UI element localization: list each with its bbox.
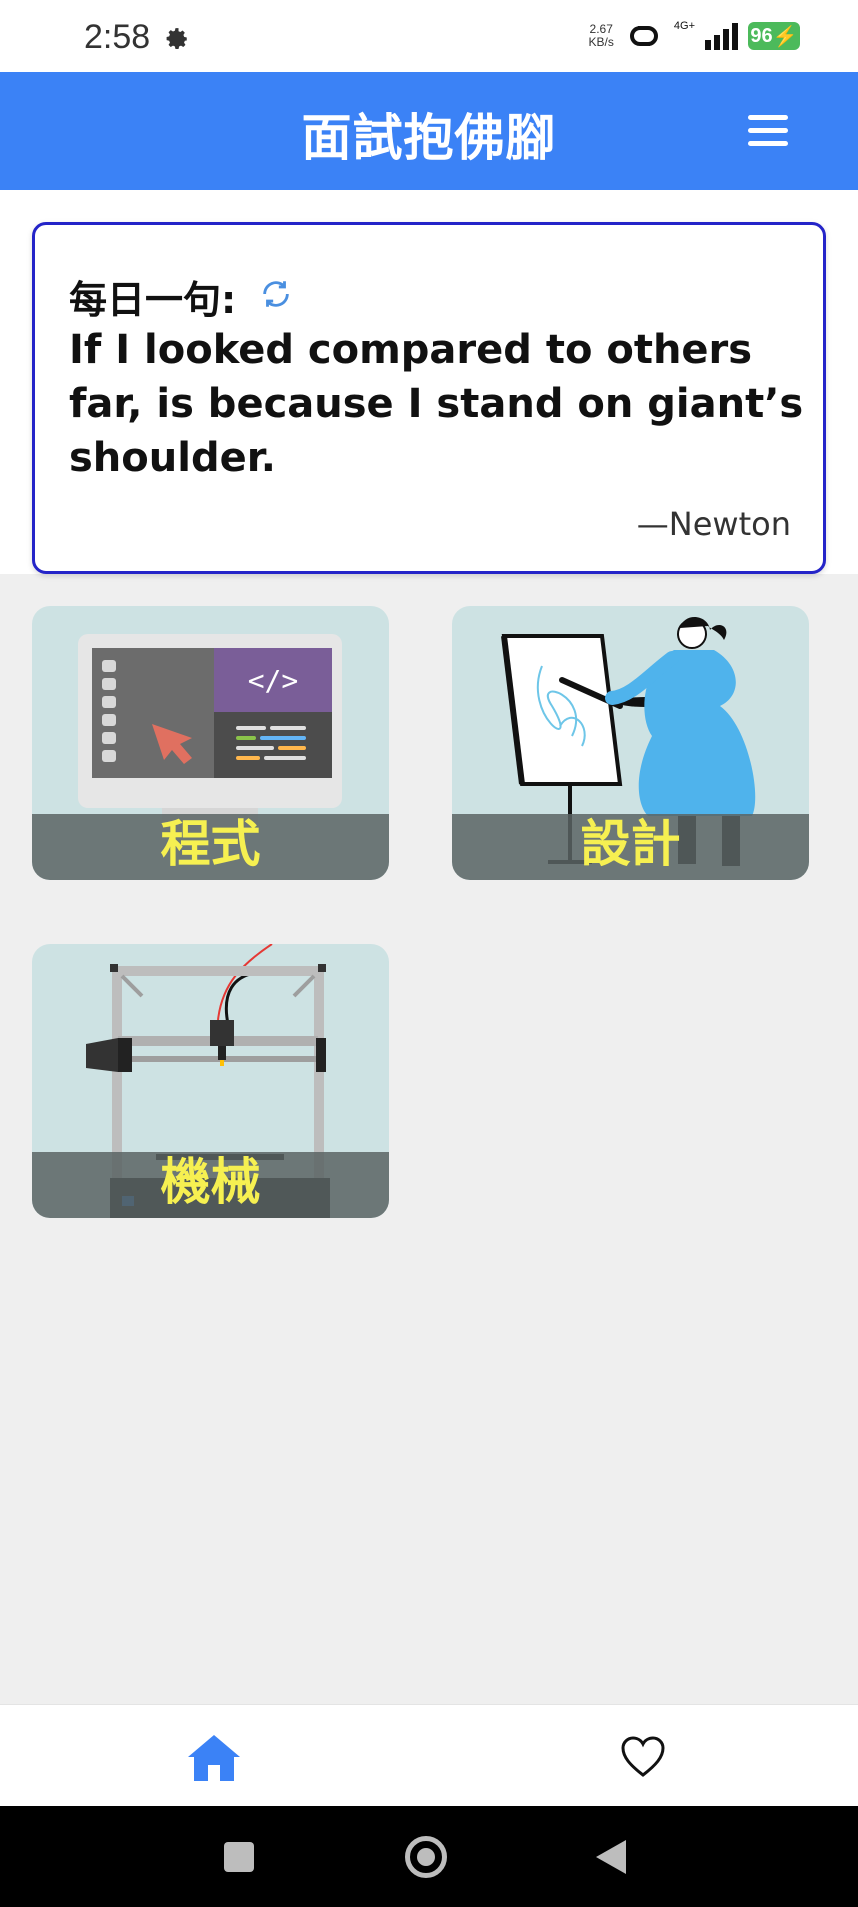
tile-label: 程式 bbox=[160, 815, 261, 873]
quote-text: If I looked compared to others far, is b… bbox=[69, 327, 804, 481]
back-icon[interactable] bbox=[596, 1840, 626, 1874]
recent-apps-icon[interactable] bbox=[224, 1842, 254, 1872]
network-type: 4G+ bbox=[673, 20, 695, 32]
daily-quote-section: 每日一句: If I looked compared to others far… bbox=[0, 190, 858, 574]
heart-icon[interactable] bbox=[620, 1735, 666, 1779]
status-time: 2:58 bbox=[84, 18, 151, 56]
battery-icon: 96 ⚡ bbox=[748, 22, 800, 50]
tile-label: 機械 bbox=[160, 1153, 261, 1211]
home-button-icon[interactable] bbox=[405, 1836, 447, 1878]
app-bar: 面試抱佛腳 bbox=[0, 72, 858, 190]
app-title: 面試抱佛腳 bbox=[301, 109, 557, 167]
refresh-icon[interactable] bbox=[259, 277, 293, 311]
battery-level: 96 bbox=[750, 24, 773, 47]
network-speed: 2.67 KB/s bbox=[589, 23, 614, 49]
hamburger-menu-icon[interactable] bbox=[748, 115, 788, 147]
svg-text:</>: </> bbox=[248, 664, 299, 697]
daily-quote-card: 每日一句: If I looked compared to others far… bbox=[32, 222, 826, 574]
speed-unit: KB/s bbox=[588, 35, 614, 49]
status-bar: 2:58 2.67 KB/s 4G+ 96 ⚡ bbox=[0, 0, 858, 72]
signal-icon bbox=[705, 22, 738, 50]
status-right-group: 2.67 KB/s 4G+ 96 ⚡ bbox=[589, 20, 800, 50]
bottom-navigation bbox=[0, 1704, 858, 1806]
category-tile-programming[interactable]: </> 程式 bbox=[32, 606, 389, 880]
settings-gear-icon bbox=[166, 28, 187, 49]
link-icon bbox=[629, 26, 658, 46]
quote-author: —Newton bbox=[636, 505, 791, 543]
system-navigation-bar bbox=[0, 1806, 858, 1907]
quote-label: 每日一句: bbox=[69, 278, 237, 322]
category-tile-mechanical[interactable]: 機械 bbox=[32, 944, 389, 1218]
home-icon[interactable] bbox=[186, 1733, 242, 1783]
category-tile-design[interactable]: 設計 bbox=[452, 606, 809, 880]
tile-label: 設計 bbox=[580, 815, 681, 873]
